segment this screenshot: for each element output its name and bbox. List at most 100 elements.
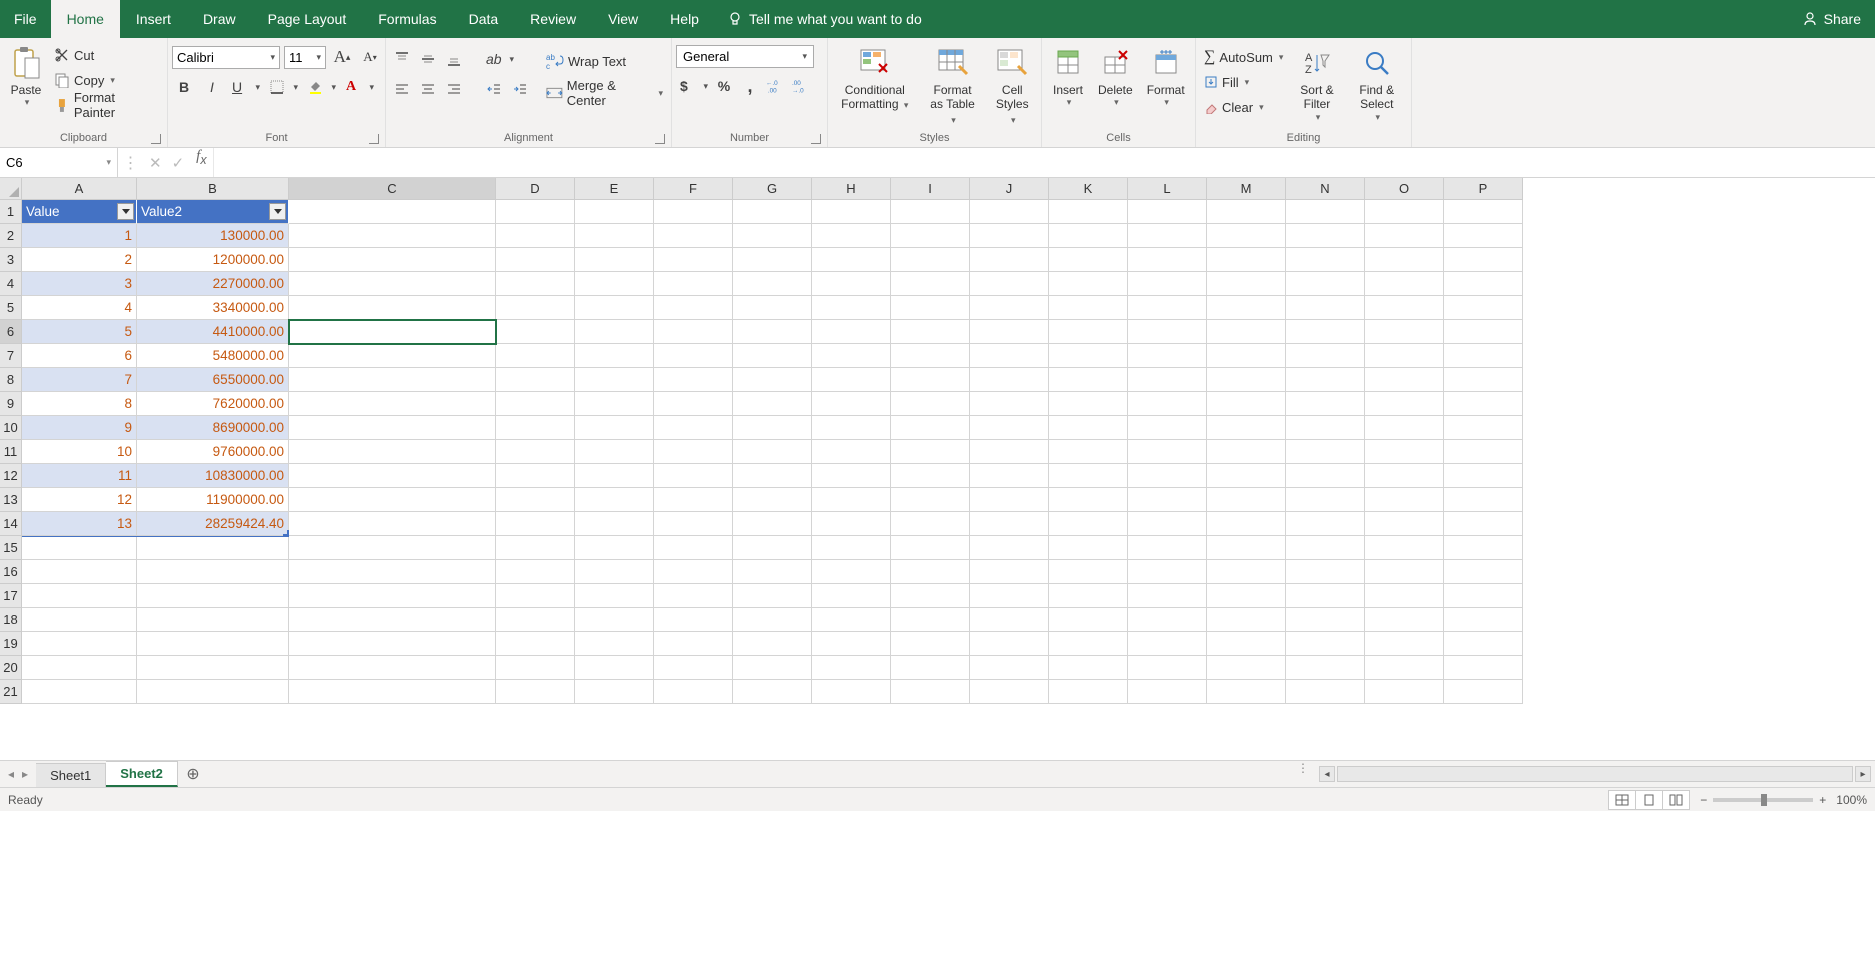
cell-H10[interactable] xyxy=(812,416,891,440)
cell-I15[interactable] xyxy=(891,536,970,560)
cell-J15[interactable] xyxy=(970,536,1049,560)
cell-D12[interactable] xyxy=(496,464,575,488)
cell-K10[interactable] xyxy=(1049,416,1128,440)
cell-P21[interactable] xyxy=(1444,680,1523,704)
cell-D19[interactable] xyxy=(496,632,575,656)
column-header-J[interactable]: J xyxy=(970,178,1049,200)
dialog-launcher-icon[interactable] xyxy=(655,134,665,144)
cell-P2[interactable] xyxy=(1444,224,1523,248)
cell-A15[interactable] xyxy=(22,536,137,560)
cell-B1[interactable]: Value2 xyxy=(137,200,289,224)
cell-P4[interactable] xyxy=(1444,272,1523,296)
cell-O19[interactable] xyxy=(1365,632,1444,656)
column-header-P[interactable]: P xyxy=(1444,178,1523,200)
column-header-F[interactable]: F xyxy=(654,178,733,200)
filter-button[interactable] xyxy=(269,203,286,220)
cell-C4[interactable] xyxy=(289,272,496,296)
cell-C13[interactable] xyxy=(289,488,496,512)
cell-F18[interactable] xyxy=(654,608,733,632)
select-all-button[interactable] xyxy=(0,178,22,200)
align-middle-button[interactable] xyxy=(416,47,440,71)
cell-K1[interactable] xyxy=(1049,200,1128,224)
cell-A7[interactable]: 6 xyxy=(22,344,137,368)
cell-O17[interactable] xyxy=(1365,584,1444,608)
cell-F15[interactable] xyxy=(654,536,733,560)
row-header-19[interactable]: 19 xyxy=(0,632,22,656)
cell-P15[interactable] xyxy=(1444,536,1523,560)
cell-E3[interactable] xyxy=(575,248,654,272)
cell-L14[interactable] xyxy=(1128,512,1207,536)
cell-B10[interactable]: 8690000.00 xyxy=(137,416,289,440)
cell-K7[interactable] xyxy=(1049,344,1128,368)
borders-button[interactable]: ▾ xyxy=(266,75,300,99)
cell-P6[interactable] xyxy=(1444,320,1523,344)
cell-M15[interactable] xyxy=(1207,536,1286,560)
cell-F5[interactable] xyxy=(654,296,733,320)
cell-I16[interactable] xyxy=(891,560,970,584)
cell-M18[interactable] xyxy=(1207,608,1286,632)
cell-B17[interactable] xyxy=(137,584,289,608)
cell-K13[interactable] xyxy=(1049,488,1128,512)
cell-K15[interactable] xyxy=(1049,536,1128,560)
cell-J20[interactable] xyxy=(970,656,1049,680)
table-resize-handle[interactable] xyxy=(283,530,289,536)
cell-I19[interactable] xyxy=(891,632,970,656)
cell-J10[interactable] xyxy=(970,416,1049,440)
row-header-3[interactable]: 3 xyxy=(0,248,22,272)
cell-N12[interactable] xyxy=(1286,464,1365,488)
cell-P9[interactable] xyxy=(1444,392,1523,416)
cell-G16[interactable] xyxy=(733,560,812,584)
page-break-view-button[interactable] xyxy=(1662,790,1690,810)
cell-E18[interactable] xyxy=(575,608,654,632)
cell-N8[interactable] xyxy=(1286,368,1365,392)
cell-H11[interactable] xyxy=(812,440,891,464)
cell-C6[interactable] xyxy=(289,320,496,344)
column-header-A[interactable]: A xyxy=(22,178,137,200)
cell-C5[interactable] xyxy=(289,296,496,320)
cell-H17[interactable] xyxy=(812,584,891,608)
cell-A21[interactable] xyxy=(22,680,137,704)
cell-O9[interactable] xyxy=(1365,392,1444,416)
row-header-4[interactable]: 4 xyxy=(0,272,22,296)
cell-G21[interactable] xyxy=(733,680,812,704)
cell-M19[interactable] xyxy=(1207,632,1286,656)
cell-D9[interactable] xyxy=(496,392,575,416)
cell-B7[interactable]: 5480000.00 xyxy=(137,344,289,368)
column-header-N[interactable]: N xyxy=(1286,178,1365,200)
cell-N13[interactable] xyxy=(1286,488,1365,512)
cell-N16[interactable] xyxy=(1286,560,1365,584)
cell-N15[interactable] xyxy=(1286,536,1365,560)
cell-L13[interactable] xyxy=(1128,488,1207,512)
cell-M13[interactable] xyxy=(1207,488,1286,512)
increase-decimal-button[interactable]: ←.0.00 xyxy=(764,74,788,98)
cell-L18[interactable] xyxy=(1128,608,1207,632)
cell-G20[interactable] xyxy=(733,656,812,680)
cell-C8[interactable] xyxy=(289,368,496,392)
cell-M1[interactable] xyxy=(1207,200,1286,224)
horizontal-scrollbar[interactable]: ◂ ▸ xyxy=(1315,761,1875,787)
cell-F6[interactable] xyxy=(654,320,733,344)
row-header-5[interactable]: 5 xyxy=(0,296,22,320)
cell-F12[interactable] xyxy=(654,464,733,488)
cell-P3[interactable] xyxy=(1444,248,1523,272)
cell-O20[interactable] xyxy=(1365,656,1444,680)
cell-A14[interactable]: 13 xyxy=(22,512,137,536)
font-size-input[interactable]: 11 ▾ xyxy=(284,46,326,69)
cell-M12[interactable] xyxy=(1207,464,1286,488)
normal-view-button[interactable] xyxy=(1608,790,1636,810)
cell-L9[interactable] xyxy=(1128,392,1207,416)
cell-O10[interactable] xyxy=(1365,416,1444,440)
zoom-level[interactable]: 100% xyxy=(1836,793,1867,807)
column-header-E[interactable]: E xyxy=(575,178,654,200)
cell-G15[interactable] xyxy=(733,536,812,560)
menu-tab-help[interactable]: Help xyxy=(654,0,715,38)
cell-K6[interactable] xyxy=(1049,320,1128,344)
menu-tab-data[interactable]: Data xyxy=(453,0,515,38)
cell-P5[interactable] xyxy=(1444,296,1523,320)
cell-O1[interactable] xyxy=(1365,200,1444,224)
cell-A11[interactable]: 10 xyxy=(22,440,137,464)
cell-N10[interactable] xyxy=(1286,416,1365,440)
cell-I3[interactable] xyxy=(891,248,970,272)
cell-O7[interactable] xyxy=(1365,344,1444,368)
cell-A20[interactable] xyxy=(22,656,137,680)
